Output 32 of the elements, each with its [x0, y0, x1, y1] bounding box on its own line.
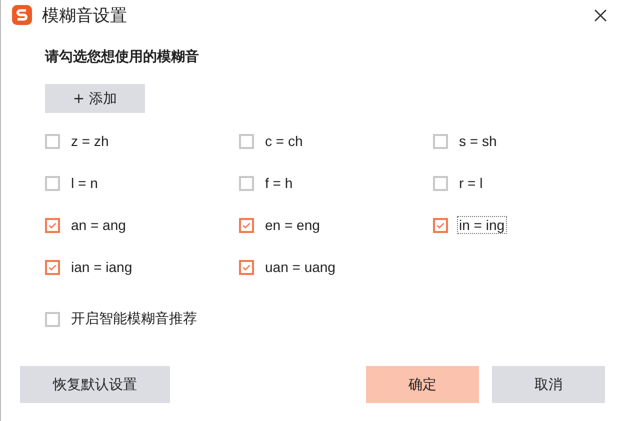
- option-label[interactable]: 开启智能模糊音推荐: [69, 309, 199, 329]
- option-label[interactable]: z = zh: [69, 132, 111, 150]
- logo-icon: [11, 4, 33, 26]
- instruction-heading: 请勾选您想使用的模糊音: [45, 48, 200, 66]
- dialog-button[interactable]: 取消: [492, 366, 605, 403]
- option-label[interactable]: r = l: [457, 174, 485, 192]
- add-button[interactable]: + 添加: [45, 84, 145, 113]
- checkbox[interactable]: [45, 260, 60, 274]
- confirm-button[interactable]: 确定: [366, 366, 479, 403]
- checkbox[interactable]: [45, 312, 60, 326]
- close-icon: [594, 8, 606, 22]
- checkbox[interactable]: [45, 134, 60, 148]
- option-label[interactable]: an = ang: [69, 216, 128, 234]
- checkbox[interactable]: [433, 176, 448, 190]
- option-label[interactable]: c = ch: [263, 132, 305, 150]
- dialog-button[interactable]: 恢复默认设置: [20, 366, 170, 403]
- option-label[interactable]: l = n: [69, 174, 100, 192]
- checkbox[interactable]: [45, 218, 60, 232]
- checkbox[interactable]: [239, 176, 254, 190]
- option-label[interactable]: ian = iang: [69, 258, 134, 276]
- checkbox[interactable]: [239, 134, 254, 148]
- option-label[interactable]: f = h: [263, 174, 295, 192]
- option-label[interactable]: s = sh: [457, 132, 499, 150]
- checkbox[interactable]: [239, 260, 254, 274]
- option-label[interactable]: uan = uang: [263, 258, 338, 276]
- option-label[interactable]: in = ing: [457, 216, 507, 234]
- window-title: 模糊音设置: [42, 4, 128, 26]
- checkbox[interactable]: [433, 134, 448, 148]
- checkbox[interactable]: [239, 218, 254, 232]
- checkbox[interactable]: [433, 218, 448, 232]
- checkbox[interactable]: [45, 176, 60, 190]
- option-label[interactable]: en = eng: [263, 216, 322, 234]
